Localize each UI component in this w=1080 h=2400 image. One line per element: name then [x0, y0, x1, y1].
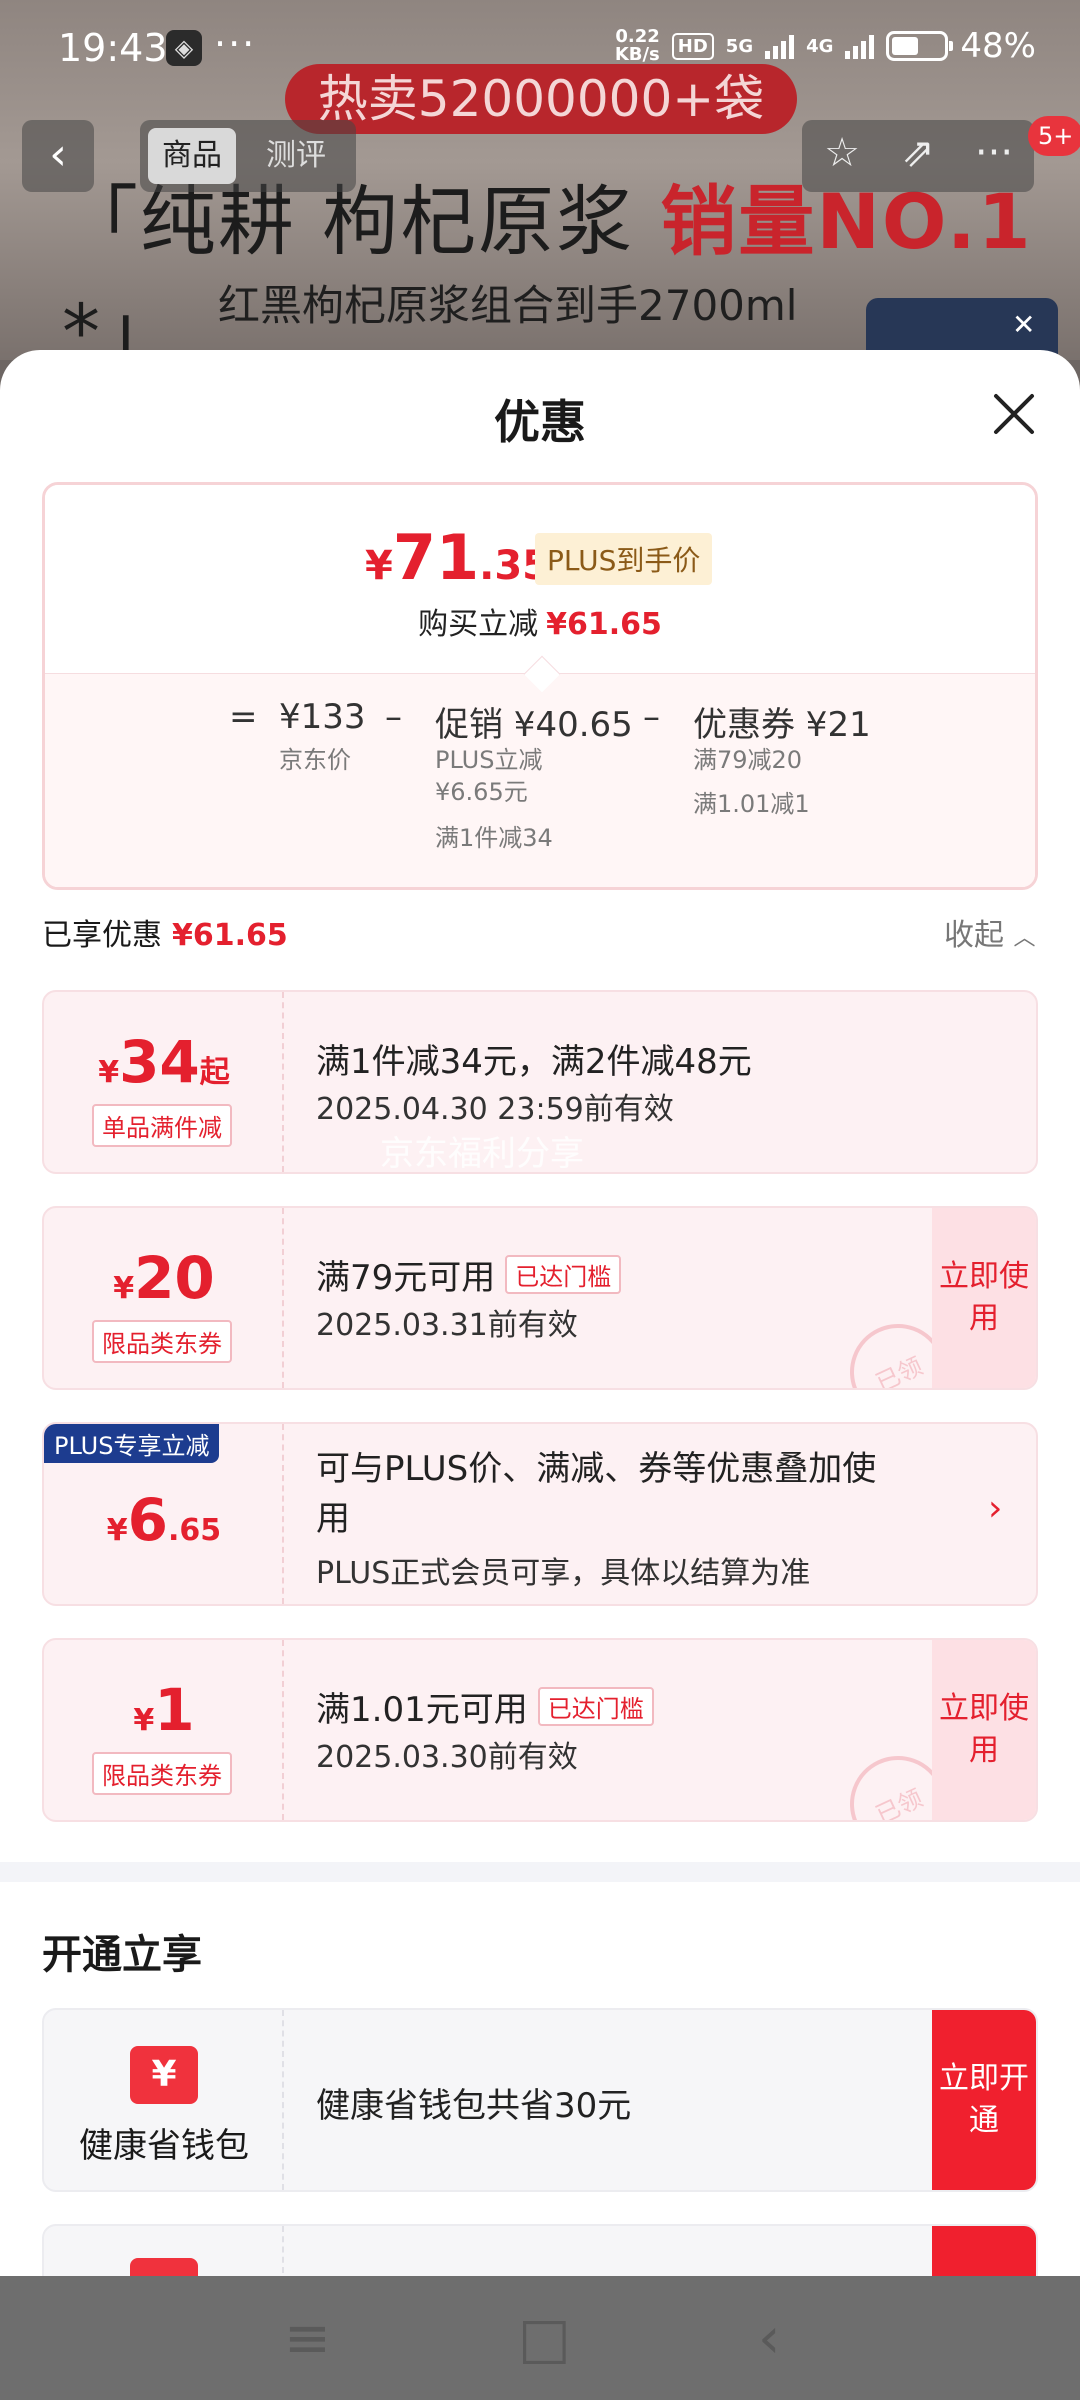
- saved-summary: 已享优惠 ¥61.65: [42, 918, 288, 953]
- battery-icon: [886, 31, 954, 61]
- coupon-description: PLUS正式会员可享，具体以结算为准: [316, 1556, 811, 1591]
- final-price: ¥71.35: [365, 521, 550, 594]
- formula-minus-2: –: [643, 697, 660, 737]
- status-time: 19:43: [58, 26, 168, 70]
- chevron-right-icon[interactable]: ›: [988, 1488, 1002, 1529]
- more-icon[interactable]: ···: [964, 130, 1024, 176]
- wallet-coupon-icon: ¥: [130, 2046, 198, 2104]
- promo-total: 促销 ¥40.65: [435, 705, 633, 745]
- coupon-title: 可与PLUS价、满减、券等优惠叠加使用: [316, 1449, 877, 1539]
- threshold-reached-tag: 已达门槛: [505, 1255, 622, 1294]
- use-now-button[interactable]: 立即使用: [932, 1640, 1036, 1820]
- more-notifications-icon: ···: [214, 22, 257, 66]
- coupon-amount: ¥1: [133, 1676, 195, 1744]
- price-breakdown-card: ¥71.35 PLUS到手价 购买立减 ¥61.65 = ¥133 京东价 – 促…: [42, 482, 1038, 890]
- chevron-left-icon: ‹: [49, 129, 67, 180]
- hd-voice-icon: HD: [671, 32, 714, 60]
- floating-video-close-icon[interactable]: ✕: [1012, 308, 1035, 341]
- app-notification-icon: ◈: [166, 30, 202, 66]
- instant-reduction: 购买立减 ¥61.65: [418, 607, 662, 642]
- menu-icon[interactable]: ≡: [284, 2306, 331, 2371]
- back-button[interactable]: ‹: [22, 120, 94, 192]
- coupon-validity: 2025.04.30 23:59前有效: [316, 1092, 674, 1127]
- coupon-amount: ¥34起: [98, 1028, 230, 1096]
- coupon-type-tag: 限品类东券: [92, 1320, 232, 1363]
- system-navigation-bar: ≡ □ ‹: [0, 2276, 1080, 2400]
- coupon-title: 满1件减34元，满2件减48元: [316, 1042, 752, 1082]
- coupon-total: 优惠券 ¥21: [693, 705, 871, 745]
- coupon-card[interactable]: ¥1 限品类东券 满1.01元可用 已达门槛 2025.03.30前有效 已领 立…: [42, 1638, 1038, 1822]
- promo-detail-3: 满1件减34: [435, 824, 553, 852]
- coupon-detail-1: 满79减20: [693, 746, 803, 774]
- savings-wallet-card[interactable]: ¥ 健康省钱包 健康省钱包共省30元 立即开通: [42, 2008, 1038, 2192]
- banner-subheadline: 红黑枸杞原浆组合到手2700ml: [218, 281, 798, 330]
- signal-icon: [765, 33, 795, 59]
- threshold-reached-tag: 已达门槛: [537, 1687, 654, 1726]
- collapse-button[interactable]: 收起 ︿: [944, 910, 1036, 954]
- formula-equals: =: [229, 697, 258, 737]
- chevron-up-icon: ︿: [1013, 926, 1036, 951]
- coupon-title: 满1.01元可用 已达门槛: [316, 1682, 654, 1731]
- use-now-button[interactable]: 立即使用: [932, 1208, 1036, 1388]
- formula-minus-1: –: [385, 697, 402, 737]
- status-bar: 19:43 ◈ ··· 0.22 KB/s HD 5G 4G 48%: [0, 0, 1080, 100]
- home-icon[interactable]: □: [518, 2306, 571, 2371]
- coupon-amount: ¥6.65: [106, 1486, 222, 1554]
- plus-price-tag: PLUS到手价: [535, 533, 713, 585]
- coupon-validity: 2025.03.30前有效: [316, 1740, 578, 1775]
- jd-price: ¥133: [279, 697, 366, 737]
- network-5g-label: 5G: [725, 35, 754, 57]
- network-speed: 0.22 KB/s: [614, 26, 660, 65]
- coupon-amount: ¥20: [113, 1244, 215, 1312]
- wallet-name: 健康省钱包: [79, 2126, 249, 2166]
- wallet-savings-text: 健康省钱包共省30元: [316, 2086, 632, 2126]
- close-icon[interactable]: [990, 390, 1038, 438]
- tab-product[interactable]: 商品: [148, 128, 236, 184]
- sheet-title: 优惠: [494, 395, 586, 449]
- coupon-validity: 2025.03.31前有效: [316, 1308, 578, 1343]
- next-offer-card[interactable]: [42, 2224, 1038, 2276]
- open-section-title: 开通立享: [42, 1932, 202, 1978]
- battery-percent: 48%: [960, 26, 1036, 66]
- coupon-detail-2: 满1.01减1: [693, 790, 810, 818]
- discount-sheet: 优惠 ¥71.35 PLUS到手价 购买立减 ¥61.65 = ¥133 京东价 …: [0, 350, 1080, 2276]
- offer-icon: [130, 2258, 198, 2276]
- product-tabs: 商品 测评: [140, 120, 356, 192]
- next-offer-button[interactable]: [932, 2226, 1036, 2276]
- promo-detail-2: ¥6.65元: [435, 778, 528, 806]
- coupon-type-tag: 单品满件减: [92, 1104, 232, 1147]
- section-divider: [0, 1862, 1080, 1882]
- share-icon[interactable]: ⇗: [888, 130, 948, 176]
- coupon-title: 满79元可用 已达门槛: [316, 1250, 622, 1299]
- watermark-text: 京东福利分享: [380, 1134, 584, 1174]
- network-4g-label: 4G: [806, 35, 834, 57]
- coupon-card-plus[interactable]: PLUS专享立减 ¥6.65 可与PLUS价、满减、券等优惠叠加使用 PLUS正…: [42, 1422, 1038, 1606]
- tab-review[interactable]: 测评: [252, 128, 340, 184]
- jd-price-label: 京东价: [279, 746, 351, 774]
- promo-detail-1: PLUS立减: [435, 746, 543, 774]
- back-nav-icon[interactable]: ‹: [758, 2306, 780, 2371]
- message-count-badge: 5+: [1028, 116, 1080, 156]
- coupon-type-tag: 限品类东券: [92, 1752, 232, 1795]
- open-now-button[interactable]: 立即开通: [932, 2010, 1036, 2190]
- signal-icon-2: [845, 33, 875, 59]
- favorite-star-icon[interactable]: ☆: [812, 130, 872, 176]
- coupon-card[interactable]: ¥20 限品类东券 满79元可用 已达门槛 2025.03.31前有效 已领 立即…: [42, 1206, 1038, 1390]
- toolbar-actions: ☆ ⇗ ···: [802, 120, 1034, 192]
